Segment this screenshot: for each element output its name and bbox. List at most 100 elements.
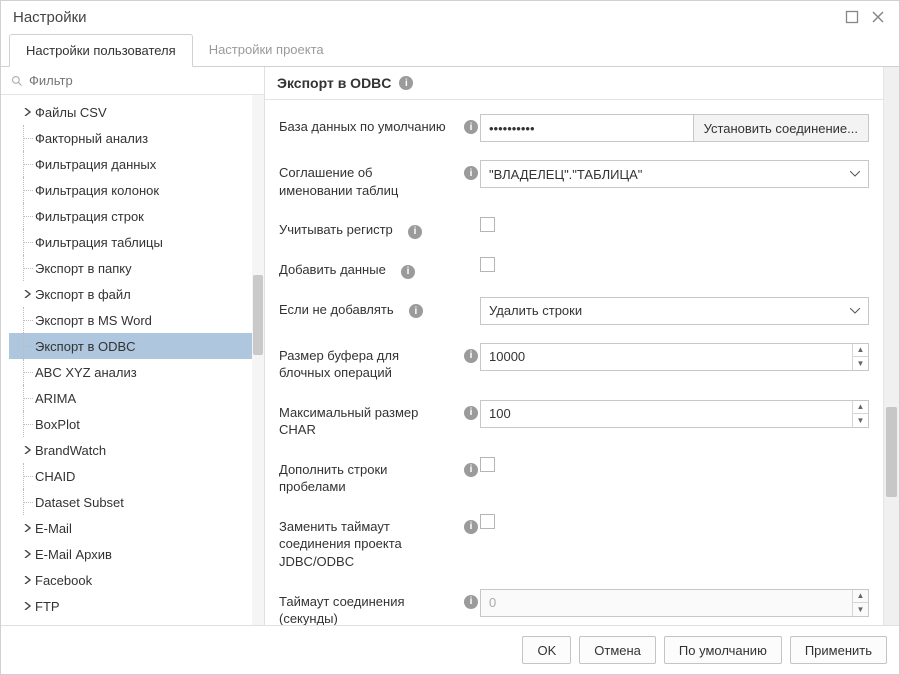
content-header: Экспорт в ODBC i (265, 67, 883, 100)
info-icon[interactable]: i (399, 76, 413, 90)
tree-scrollbar-thumb[interactable] (253, 275, 263, 355)
tree-item[interactable]: Факторный анализ (9, 125, 252, 151)
spinner-up[interactable]: ▲ (853, 401, 868, 415)
table-naming-value: "ВЛАДЕЛЕЦ"."ТАБЛИЦА" (489, 167, 642, 182)
form-area: База данных по умолчанию i Установить со… (265, 100, 883, 625)
buffer-size-spinner[interactable]: 10000 ▲▼ (480, 343, 869, 371)
info-icon[interactable]: i (464, 463, 478, 477)
tree-item[interactable]: Экспорт в ODBC (9, 333, 252, 359)
label-conn-timeout: Таймаут соединения (секунды) (279, 589, 454, 625)
spinner-down[interactable]: ▼ (853, 357, 868, 370)
default-db-input[interactable] (480, 114, 694, 142)
sidebar: Файлы CSV Факторный анализ Фильтрация данн… (1, 67, 265, 625)
label-default-db: База данных по умолчанию (279, 114, 454, 136)
tree-item[interactable]: ARIMA (9, 385, 252, 411)
if-not-append-select[interactable]: Удалить строки (480, 297, 869, 325)
settings-tree[interactable]: Файлы CSV Факторный анализ Фильтрация данн… (1, 95, 252, 625)
label-if-not-append: Если не добавлять (279, 302, 394, 317)
spinner-up[interactable]: ▲ (853, 344, 868, 358)
tree-item[interactable]: Экспорт в папку (9, 255, 252, 281)
tree-item[interactable]: Dataset Subset (9, 489, 252, 515)
chevron-down-icon (850, 171, 860, 177)
default-button[interactable]: По умолчанию (664, 636, 782, 664)
conn-timeout-value: 0 (489, 595, 496, 610)
tree-item[interactable]: Экспорт в MS Word (9, 307, 252, 333)
tree-item-label: ABC XYZ анализ (35, 365, 137, 380)
content-scrollbar[interactable] (883, 67, 899, 625)
tabs: Настройки пользователя Настройки проекта (1, 34, 899, 67)
pad-spaces-checkbox[interactable] (480, 457, 495, 472)
info-icon[interactable]: i (401, 265, 415, 279)
maximize-icon[interactable] (845, 10, 861, 26)
tree-item[interactable]: Фильтрация строк (9, 203, 252, 229)
dialog-footer: OK Отмена По умолчанию Применить (1, 625, 899, 674)
tree-item[interactable]: ABC XYZ анализ (9, 359, 252, 385)
chevron-right-icon[interactable] (21, 446, 35, 454)
settings-dialog: Настройки Настройки пользователя Настрой… (0, 0, 900, 675)
chevron-right-icon[interactable] (21, 550, 35, 558)
tree-item[interactable]: Файлы CSV (9, 99, 252, 125)
chevron-right-icon[interactable] (21, 602, 35, 610)
label-max-char: Максимальный размер CHAR (279, 400, 454, 439)
chevron-right-icon[interactable] (21, 524, 35, 532)
tree-item-label: Файлы CSV (35, 105, 107, 120)
ok-button[interactable]: OK (522, 636, 571, 664)
tab-user-settings[interactable]: Настройки пользователя (9, 34, 193, 67)
apply-button[interactable]: Применить (790, 636, 887, 664)
chevron-right-icon[interactable] (21, 576, 35, 584)
table-naming-select[interactable]: "ВЛАДЕЛЕЦ"."ТАБЛИЦА" (480, 160, 869, 188)
label-case-sensitive: Учитывать регистр (279, 222, 393, 237)
info-icon[interactable]: i (464, 349, 478, 363)
dialog-title: Настройки (13, 9, 87, 26)
tree-item-label: Фильтрация таблицы (35, 235, 163, 250)
tree-item-label: Факторный анализ (35, 131, 148, 146)
tree-item[interactable]: E-Mail (9, 515, 252, 541)
append-data-checkbox[interactable] (480, 257, 495, 272)
tree-item-label: E-Mail (35, 521, 72, 536)
spinner-down: ▼ (853, 603, 868, 616)
info-icon[interactable]: i (464, 520, 478, 534)
tree-scrollbar[interactable] (252, 95, 264, 625)
tree-item[interactable]: Фильтрация колонок (9, 177, 252, 203)
info-icon[interactable]: i (464, 406, 478, 420)
info-icon[interactable]: i (464, 120, 478, 134)
tree-item[interactable]: Фильтрация таблицы (9, 229, 252, 255)
tree-item[interactable]: E-Mail Архив (9, 541, 252, 567)
content-scrollbar-thumb[interactable] (886, 407, 897, 497)
tree-item-label: Экспорт в ODBC (35, 339, 136, 354)
chevron-right-icon[interactable] (21, 290, 35, 298)
tree-item[interactable]: Facebook (9, 567, 252, 593)
cancel-button[interactable]: Отмена (579, 636, 656, 664)
titlebar: Настройки (1, 1, 899, 34)
info-icon[interactable]: i (464, 595, 478, 609)
if-not-append-value: Удалить строки (489, 303, 582, 318)
max-char-spinner[interactable]: 100 ▲▼ (480, 400, 869, 428)
dialog-body: Файлы CSV Факторный анализ Фильтрация данн… (1, 67, 899, 625)
filter-row (1, 67, 264, 95)
tree-item[interactable]: JDBC (9, 619, 252, 625)
tree-item-label: CHAID (35, 469, 75, 484)
tree-item-label: Экспорт в MS Word (35, 313, 152, 328)
tree-item-label: JDBC (35, 625, 69, 626)
override-timeout-checkbox[interactable] (480, 514, 495, 529)
tree-item[interactable]: CHAID (9, 463, 252, 489)
tree-item-label: Фильтрация колонок (35, 183, 159, 198)
close-icon[interactable] (871, 10, 887, 26)
tree-item[interactable]: BoxPlot (9, 411, 252, 437)
tree-item[interactable]: Экспорт в файл (9, 281, 252, 307)
tree-item-label: Фильтрация данных (35, 157, 156, 172)
info-icon[interactable]: i (409, 304, 423, 318)
info-icon[interactable]: i (464, 166, 478, 180)
tree-item[interactable]: BrandWatch (9, 437, 252, 463)
spinner-down[interactable]: ▼ (853, 414, 868, 427)
chevron-down-icon (850, 308, 860, 314)
case-sensitive-checkbox[interactable] (480, 217, 495, 232)
chevron-right-icon[interactable] (21, 108, 35, 116)
tree-item[interactable]: Фильтрация данных (9, 151, 252, 177)
tab-project-settings[interactable]: Настройки проекта (193, 34, 340, 66)
tree-item[interactable]: FTP (9, 593, 252, 619)
establish-connection-button[interactable]: Установить соединение... (694, 114, 869, 142)
filter-input[interactable] (29, 73, 254, 88)
tree-item-label: BoxPlot (35, 417, 80, 432)
info-icon[interactable]: i (408, 225, 422, 239)
